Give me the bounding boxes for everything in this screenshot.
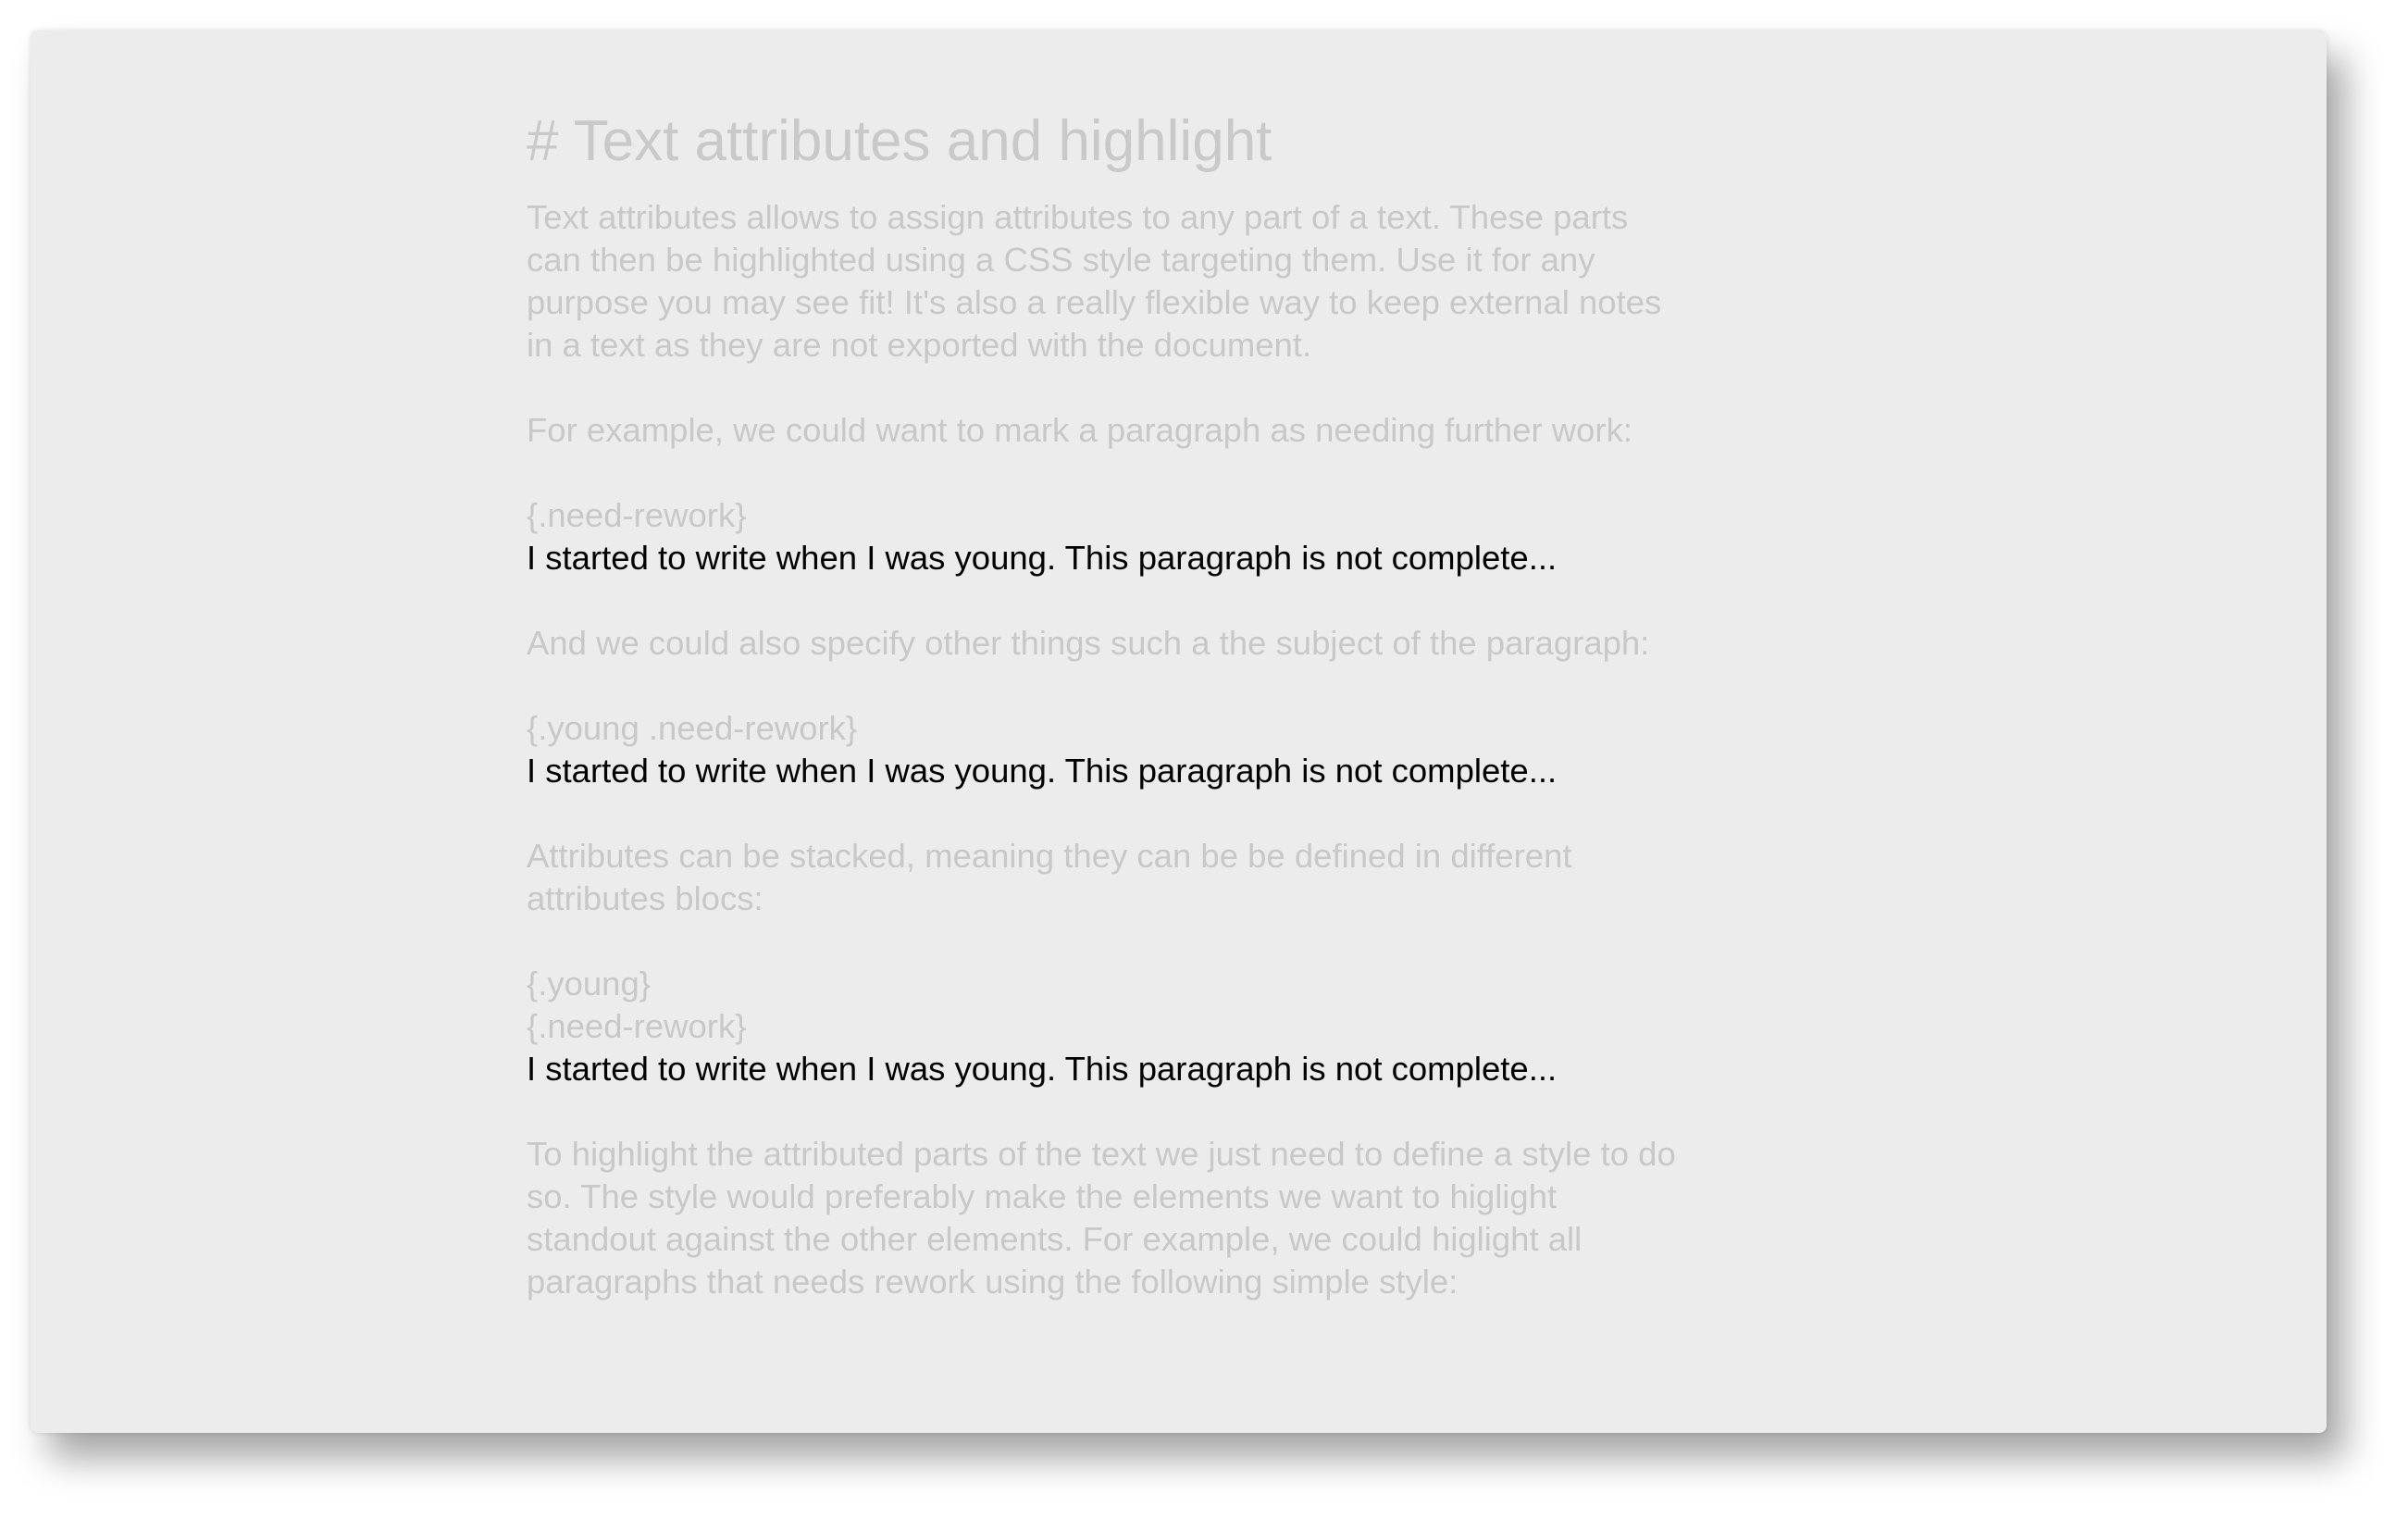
editor-window: # Text attributes and highlight Text att… bbox=[31, 31, 2327, 1433]
text-line: Attributes can be stacked, meaning they … bbox=[527, 837, 1572, 875]
text-line: {.need-rework} bbox=[527, 496, 747, 534]
text-line: paragraphs that needs rework using the f… bbox=[527, 1263, 1458, 1301]
attributed-paragraph-line: I started to write when I was young. Thi… bbox=[527, 1050, 1558, 1088]
document-heading: # Text attributes and highlight bbox=[527, 109, 1272, 173]
text-line: standout against the other elements. For… bbox=[527, 1220, 1583, 1258]
text-line: And we could also specify other things s… bbox=[527, 624, 1650, 662]
text-line: {.young .need-rework} bbox=[527, 709, 858, 747]
text-line: Text attributes allows to assign attribu… bbox=[527, 198, 1629, 236]
text-line: so. The style would preferably make the … bbox=[527, 1177, 1558, 1215]
text-line: purpose you may see fit! It's also a rea… bbox=[527, 283, 1662, 321]
text-line: {.need-rework} bbox=[527, 1007, 747, 1045]
text-line: can then be highlighted using a CSS styl… bbox=[527, 241, 1595, 279]
text-line: To highlight the attributed parts of the… bbox=[527, 1135, 1676, 1173]
attributed-paragraph-line: I started to write when I was young. Thi… bbox=[527, 539, 1558, 577]
attributed-paragraph-line: I started to write when I was young. Thi… bbox=[527, 752, 1558, 790]
text-line: attributes blocs: bbox=[527, 879, 763, 917]
text-line: in a text as they are not exported with … bbox=[527, 326, 1312, 364]
text-line: {.young} bbox=[527, 965, 651, 1002]
document-body[interactable]: Text attributes allows to assign attribu… bbox=[527, 196, 1676, 1303]
text-line: For example, we could want to mark a par… bbox=[527, 411, 1632, 449]
